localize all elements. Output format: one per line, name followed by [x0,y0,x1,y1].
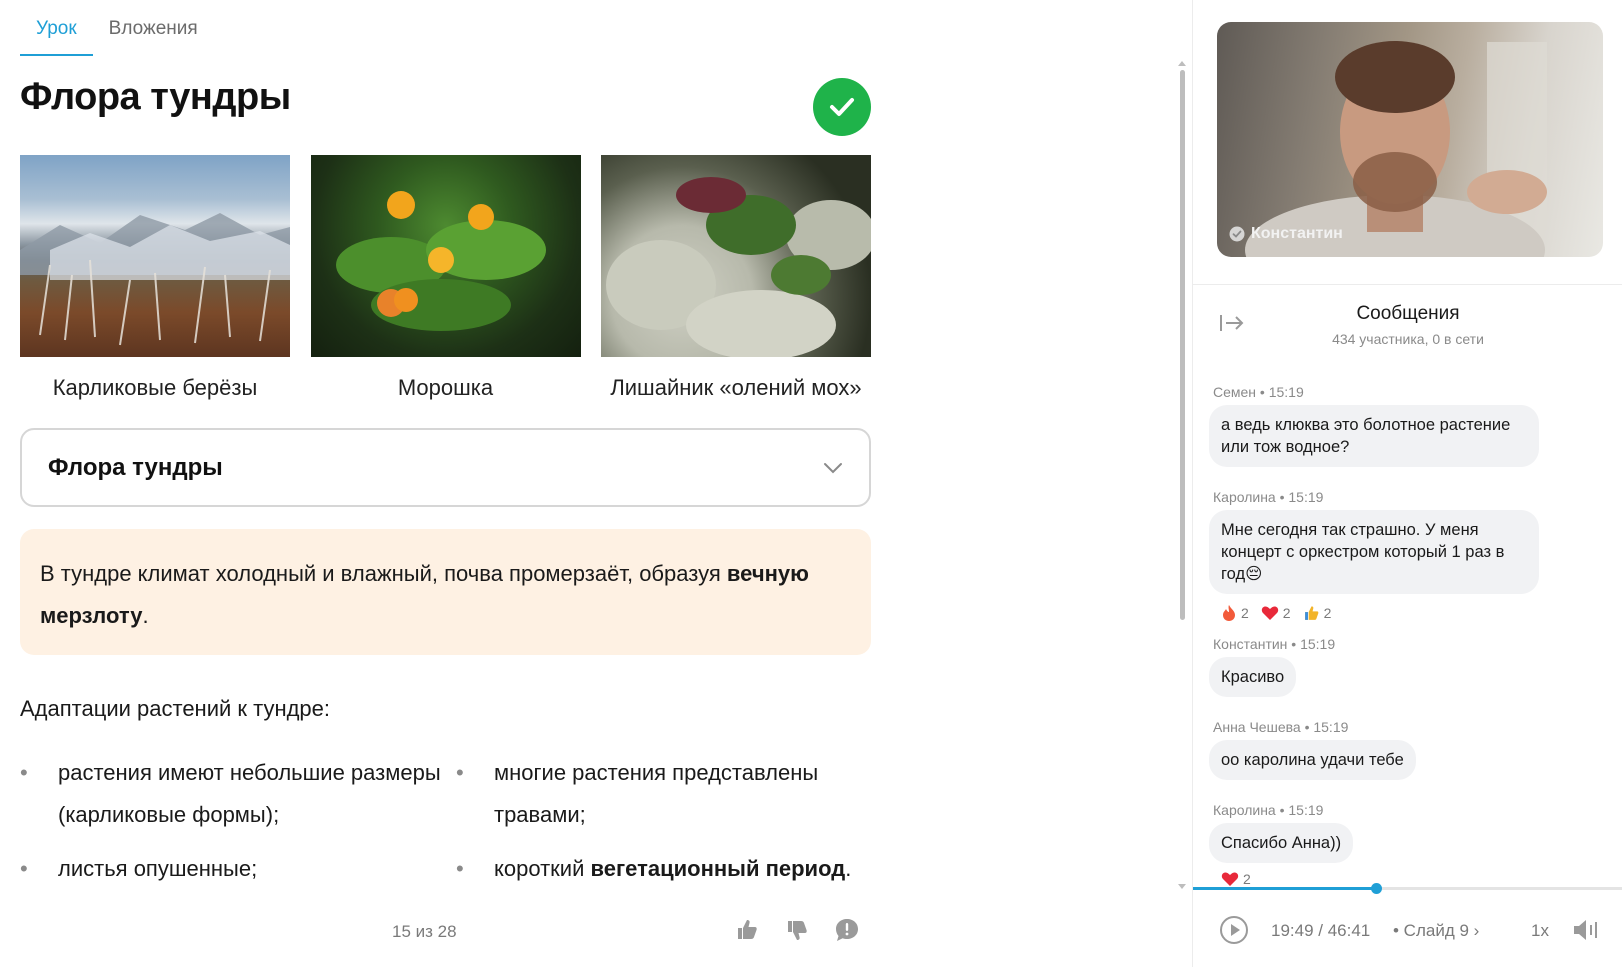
reaction-pill[interactable]: 2 [1261,604,1291,622]
reindeer-lichen-photo[interactable] [601,155,871,357]
player-controls: 19:49 / 46:41 • Слайд 9 › 1x [1193,905,1622,955]
tab-lesson[interactable]: Урок [20,0,93,56]
accordion-title: Флора тундры [48,453,223,481]
tab-attachments[interactable]: Вложения [93,0,214,56]
presenter-video[interactable]: Константин [1217,22,1603,257]
reaction-pill[interactable]: 2 [1303,604,1332,622]
checkmark-icon [830,98,854,116]
chat-participants: 434 участника, 0 в сети [1332,331,1484,347]
message-meta: Каролина • 15:19 [1213,489,1324,505]
climate-note: В тундре климат холодный и влажный, почв… [20,529,871,655]
message-meta: Семен • 15:19 [1213,384,1304,400]
list-item-text: многие растения представлены травами; [494,760,819,827]
verified-badge-icon [1229,226,1245,242]
lesson-tabs: Урок Вложения [20,0,214,56]
heart-reaction-icon [1221,872,1239,886]
play-icon[interactable] [1219,915,1249,945]
chat-message: Анна Чешева • 15:19 оо каролина удачи те… [1209,719,1609,780]
gallery-card: Лишайник «олений мох» [601,155,871,401]
thumbs-up-button[interactable] [733,916,761,944]
report-icon [836,919,858,941]
reaction-pill[interactable]: 2 [1221,871,1251,887]
chat-title: Сообщения [1356,303,1460,324]
page-indicator: 15 из 28 [392,922,457,941]
note-text: В тундре климат холодный и влажный, почв… [40,561,727,586]
reaction-count: 2 [1282,605,1291,621]
bullet-dot: • [456,856,464,881]
adaptations-heading: Адаптации растений к тундре: [20,696,331,721]
feedback-buttons [733,916,861,944]
chat-message: Константин • 15:19 Красиво [1209,636,1609,697]
slide-link[interactable]: • Слайд 9 › [1393,921,1479,941]
chevron-right-icon: › [1473,921,1480,940]
adaptations-list: • растения имеют небольшие размеры (карл… [20,752,880,890]
volume-icon[interactable] [1571,917,1601,943]
thumbs-down-button[interactable] [783,916,811,944]
chat-message: Каролина • 15:19 Мне сегодня так страшно… [1209,489,1609,622]
gallery-caption: Карликовые берёзы [52,375,258,400]
chat-messages: Семен • 15:19 а ведь клюква это болотное… [1209,384,1609,897]
thumbs-down-icon [788,921,807,940]
lesson-accordion[interactable]: Флора тундры [20,428,871,507]
chat-message: Семен • 15:19 а ведь клюква это болотное… [1209,384,1609,467]
lesson-title: Флора тундры [20,76,291,118]
playback-time: 19:49 / 46:41 [1271,921,1371,940]
list-item-bold: вегетационный период [590,856,846,881]
completed-badge [813,78,871,136]
chat-message: Каролина • 15:19 Спасибо Анна)) 2 [1209,802,1609,887]
thumbs-up-icon [738,920,757,939]
message-reactions: 2 2 2 [1221,604,1609,622]
list-item-text: короткий вегетационный период. [494,856,852,881]
presenter-label: Константин [1229,225,1343,243]
lesson-footer: 15 из 28 [20,912,871,952]
bullet-dot: • [20,856,28,881]
list-item: • листья опушенные; [20,848,456,890]
message-bubble[interactable]: оо каролина удачи тебе [1209,740,1416,780]
message-meta: Константин • 15:19 [1213,636,1336,652]
list-item-text: растения имеют небольшие размеры (карлик… [58,760,441,827]
list-item-text: листья опушенные; [58,856,258,881]
scroll-down-arrow-icon [1178,884,1186,889]
reaction-pill[interactable]: 2 [1221,604,1249,622]
dwarf-birch-photo[interactable] [20,155,290,357]
fire-reaction-icon [1223,605,1235,621]
message-bubble[interactable]: а ведь клюква это болотное растение или … [1209,405,1539,467]
thumbs-up-reaction-icon [1304,605,1318,620]
reaction-count: 2 [1241,605,1249,621]
message-bubble[interactable]: Красиво [1209,657,1297,697]
list-item: • короткий вегетационный период. [456,848,880,890]
message-bubble[interactable]: Мне сегодня так страшно. У меня концерт … [1209,510,1539,594]
message-bubble[interactable]: Спасибо Анна)) [1209,823,1354,863]
gallery-caption: Морошка [397,375,494,400]
progress-knob[interactable] [1371,883,1382,894]
playback-progress[interactable] [1193,883,1622,894]
scroll-up-arrow-icon [1178,61,1186,66]
right-pane: Константин Сообщения 434 участника, 0 в … [1192,0,1622,967]
gallery-card: Карликовые берёзы [20,155,290,401]
message-meta: Каролина • 15:19 [1213,802,1324,818]
reaction-count: 2 [1243,871,1251,887]
message-meta: Анна Чешева • 15:19 [1213,719,1349,735]
reaction-count: 2 [1323,605,1332,621]
gallery-caption: Лишайник «олений мох» [610,375,862,400]
heart-reaction-icon [1261,606,1278,620]
bullet-dot: • [456,760,464,785]
list-item: • многие растения представлены травами; [456,752,880,836]
plant-gallery: Карликовые берёзы Морошка Лишайник «олен… [20,155,871,401]
presenter-name: Константин [1251,225,1343,242]
lesson-scroll-thumb[interactable] [1180,70,1185,620]
list-item: • растения имеют небольшие размеры (карл… [20,752,456,836]
message-reactions: 2 [1221,871,1609,887]
chevron-down-icon [824,462,842,473]
progress-fill [1193,887,1376,890]
chat-header: Сообщения 434 участника, 0 в сети [1193,284,1622,354]
cloudberry-photo[interactable] [310,155,581,357]
report-button[interactable] [833,916,861,944]
gallery-card: Морошка [310,155,581,401]
speed-button[interactable]: 1x [1531,921,1549,941]
note-end: . [142,603,149,628]
bullet-dot: • [20,760,28,785]
